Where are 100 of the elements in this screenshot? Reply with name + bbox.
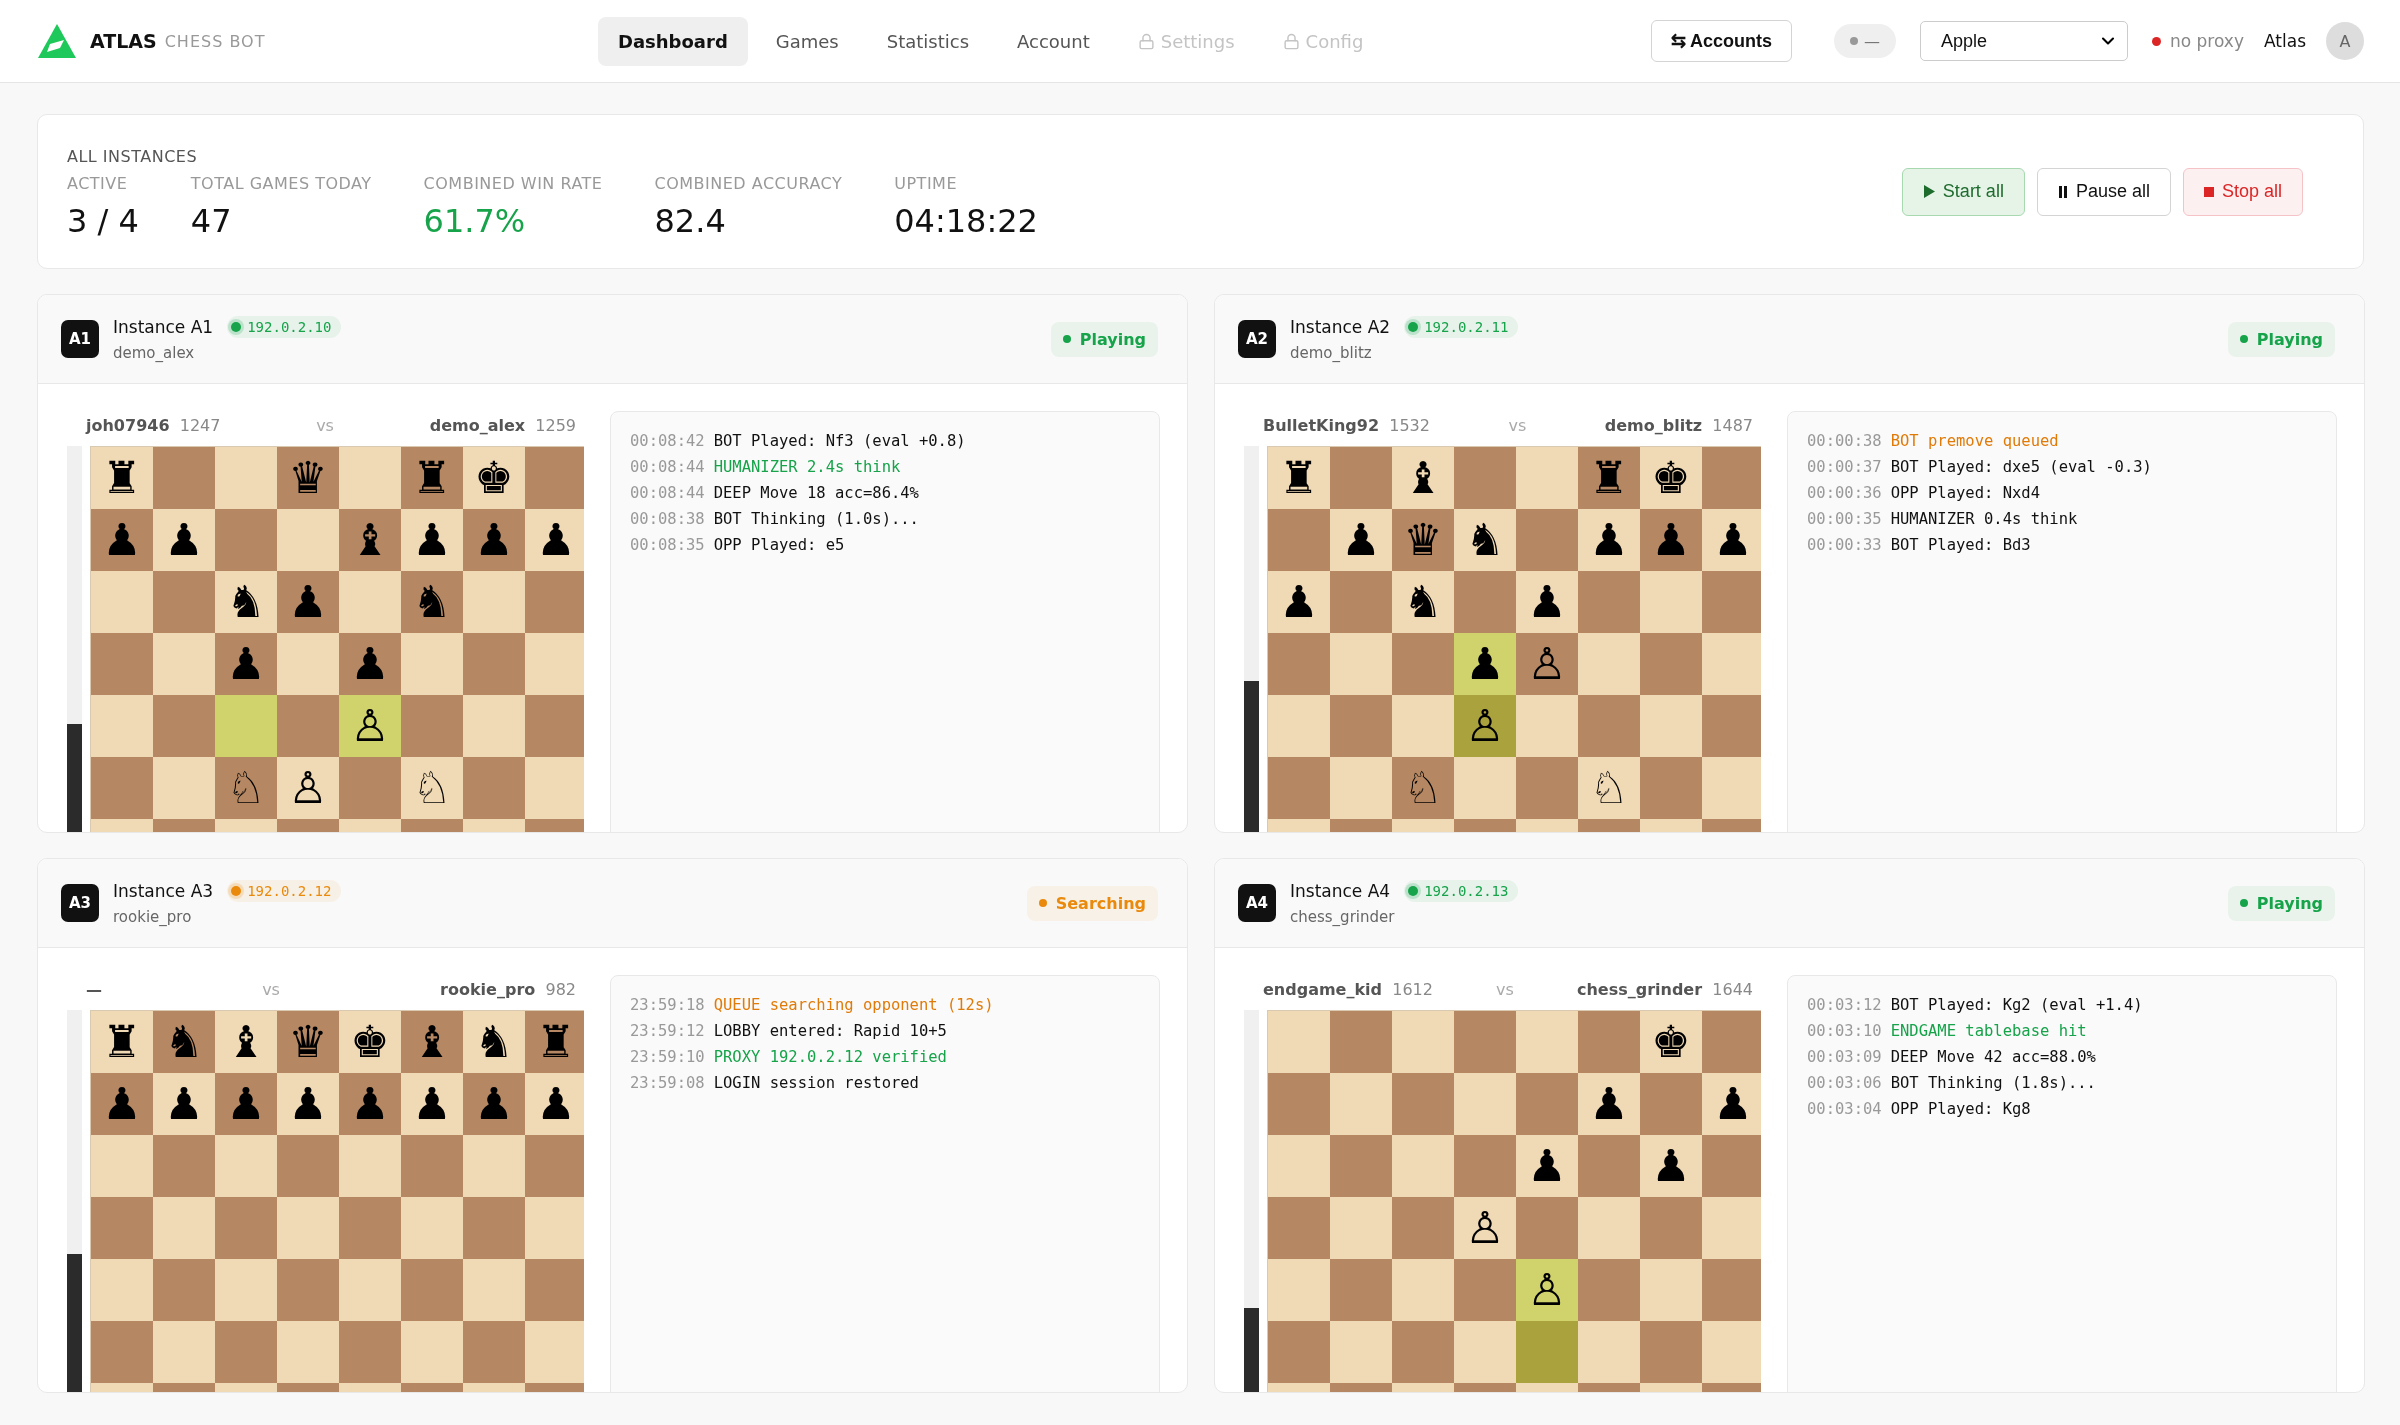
status-pill: Playing bbox=[1050, 321, 1158, 357]
stat-label: ACTIVE bbox=[67, 173, 129, 193]
chess-piece: ♝ bbox=[350, 518, 390, 562]
chess-piece: ♜ bbox=[412, 456, 452, 500]
chess-piece: ♟ bbox=[1527, 1144, 1567, 1188]
stat-label: TOTAL GAMES TODAY bbox=[190, 173, 372, 193]
chess-piece: ♙ bbox=[1465, 704, 1505, 748]
log-line: 00:03:06 BOT Thinking (1.8s)... bbox=[1807, 1074, 2097, 1092]
pause-button[interactable]: Pause all bbox=[2036, 167, 2171, 216]
account-name: rookie_pro bbox=[113, 908, 193, 926]
accounts-button[interactable]: ⇆ Accounts bbox=[1650, 20, 1792, 62]
chess-piece: ♟ bbox=[536, 518, 576, 562]
player-name: rookie_pro 982 bbox=[440, 979, 576, 999]
chess-piece: ♟ bbox=[412, 518, 452, 562]
chess-piece: ♟ bbox=[226, 642, 266, 686]
log-line: 00:03:12 BOT Played: Kg2 (eval +1.4) bbox=[1807, 996, 2144, 1014]
instance-badge: A2 bbox=[1238, 320, 1276, 358]
chess-piece: ♜ bbox=[1279, 456, 1319, 500]
chess-piece: ♟ bbox=[474, 518, 514, 562]
chess-piece: ♟ bbox=[1651, 518, 1691, 562]
stat-label: UPTIME bbox=[894, 173, 958, 193]
stat-value: 82.4 bbox=[654, 204, 727, 237]
log-line: 00:03:04 OPP Played: Kg8 bbox=[1807, 1100, 2032, 1118]
chess-piece: ♟ bbox=[1651, 1144, 1691, 1188]
instance-badge: A4 bbox=[1238, 884, 1276, 922]
player-name: demo_alex 1259 bbox=[429, 415, 576, 435]
chess-piece: ♟ bbox=[226, 1082, 266, 1126]
chess-piece: ♞ bbox=[164, 1020, 204, 1064]
log-line: 00:08:44 HUMANIZER 2.4s think bbox=[630, 458, 902, 476]
chess-piece: ♞ bbox=[226, 580, 266, 624]
chess-piece: ♟ bbox=[474, 1082, 514, 1126]
start-button[interactable]: Start all bbox=[1901, 167, 2025, 216]
user-name: Atlas bbox=[2264, 31, 2306, 51]
chess-piece: ♟ bbox=[350, 1082, 390, 1126]
chess-piece: ♞ bbox=[412, 580, 452, 624]
brand-name: ATLAS bbox=[90, 30, 157, 52]
ip-badge: 192.0.2.10 bbox=[227, 316, 342, 338]
instance-title: Instance A3 bbox=[113, 881, 214, 901]
account-name: demo_blitz bbox=[1290, 344, 1373, 362]
toggle-pill[interactable]: — bbox=[1834, 24, 1896, 58]
chess-piece: ♜ bbox=[1589, 456, 1629, 500]
log-line: 00:00:36 OPP Played: Nxd4 bbox=[1807, 484, 2041, 502]
instance-title: Instance A1 bbox=[113, 317, 214, 337]
chess-piece: ♛ bbox=[288, 456, 328, 500]
vs-label: vs bbox=[1496, 979, 1514, 999]
nav-tab[interactable]: Games bbox=[755, 16, 859, 66]
stat-value: 61.7% bbox=[423, 204, 527, 237]
chess-piece: ♘ bbox=[226, 766, 266, 810]
chess-piece: ♘ bbox=[1403, 766, 1443, 810]
proxy-status: no proxy bbox=[2152, 31, 2244, 51]
log-line: 00:00:35 HUMANIZER 0.4s think bbox=[1807, 510, 2079, 528]
chess-piece: ♟ bbox=[102, 518, 142, 562]
log-line: 23:59:12 LOBBY entered: Rapid 10+5 bbox=[630, 1022, 948, 1040]
log-line: 23:59:10 PROXY 192.0.2.12 verified bbox=[630, 1048, 948, 1066]
stat-value: 3 / 4 bbox=[67, 204, 139, 237]
instance-badge: A1 bbox=[61, 320, 99, 358]
chess-piece: ♟ bbox=[536, 1082, 576, 1126]
status-pill: Searching bbox=[1026, 885, 1158, 921]
chess-piece: ♜ bbox=[102, 456, 142, 500]
player-name: — bbox=[86, 979, 102, 999]
log-line: 00:00:33 BOT Played: Bd3 bbox=[1807, 536, 2032, 554]
avatar[interactable]: A bbox=[2326, 22, 2364, 60]
player-name: BulletKing92 1532 bbox=[1263, 415, 1430, 435]
vs-label: vs bbox=[316, 415, 334, 435]
chess-piece: ♙ bbox=[1465, 1206, 1505, 1250]
nav-tab[interactable]: Dashboard bbox=[598, 16, 748, 66]
chess-piece: ♙ bbox=[1527, 642, 1567, 686]
account-name: chess_grinder bbox=[1290, 908, 1396, 926]
log-line: 00:00:37 BOT Played: dxe5 (eval -0.3) bbox=[1807, 458, 2153, 476]
chess-piece: ♛ bbox=[288, 1020, 328, 1064]
chess-piece: ♟ bbox=[164, 1082, 204, 1126]
chess-piece: ♝ bbox=[412, 1020, 452, 1064]
chess-piece: ♟ bbox=[102, 1082, 142, 1126]
stat-label: COMBINED ACCURACY bbox=[654, 173, 843, 193]
chess-piece: ♟ bbox=[1589, 518, 1629, 562]
account-select[interactable]: Apple bbox=[1920, 21, 2128, 61]
chess-piece: ♟ bbox=[288, 1082, 328, 1126]
nav-tab[interactable]: Account bbox=[997, 16, 1110, 66]
chess-piece: ♟ bbox=[1527, 580, 1567, 624]
chess-piece: ♚ bbox=[350, 1020, 390, 1064]
account-name: demo_alex bbox=[113, 344, 196, 362]
chess-piece: ♜ bbox=[102, 1020, 142, 1064]
log-line: 23:59:08 LOGIN session restored bbox=[630, 1074, 920, 1092]
instance-title: Instance A2 bbox=[1290, 317, 1391, 337]
ip-badge: 192.0.2.13 bbox=[1404, 880, 1519, 902]
log-line: 23:59:18 QUEUE searching opponent (12s) bbox=[630, 996, 995, 1014]
instance-title: Instance A4 bbox=[1290, 881, 1391, 901]
chess-piece: ♚ bbox=[1651, 1020, 1691, 1064]
chess-piece: ♙ bbox=[1527, 1268, 1567, 1312]
player-name: chess_grinder 1644 bbox=[1576, 979, 1753, 999]
chess-piece: ♝ bbox=[1403, 456, 1443, 500]
vs-label: vs bbox=[262, 979, 280, 999]
player-name: demo_blitz 1487 bbox=[1604, 415, 1753, 435]
chess-piece: ♟ bbox=[1589, 1082, 1629, 1126]
chess-piece: ♘ bbox=[1589, 766, 1629, 810]
status-pill: Playing bbox=[2227, 885, 2335, 921]
chess-piece: ♟ bbox=[164, 518, 204, 562]
nav-tab[interactable]: Statistics bbox=[866, 16, 990, 66]
chess-piece: ♟ bbox=[1713, 1082, 1753, 1126]
stop-button[interactable]: Stop all bbox=[2182, 167, 2303, 216]
